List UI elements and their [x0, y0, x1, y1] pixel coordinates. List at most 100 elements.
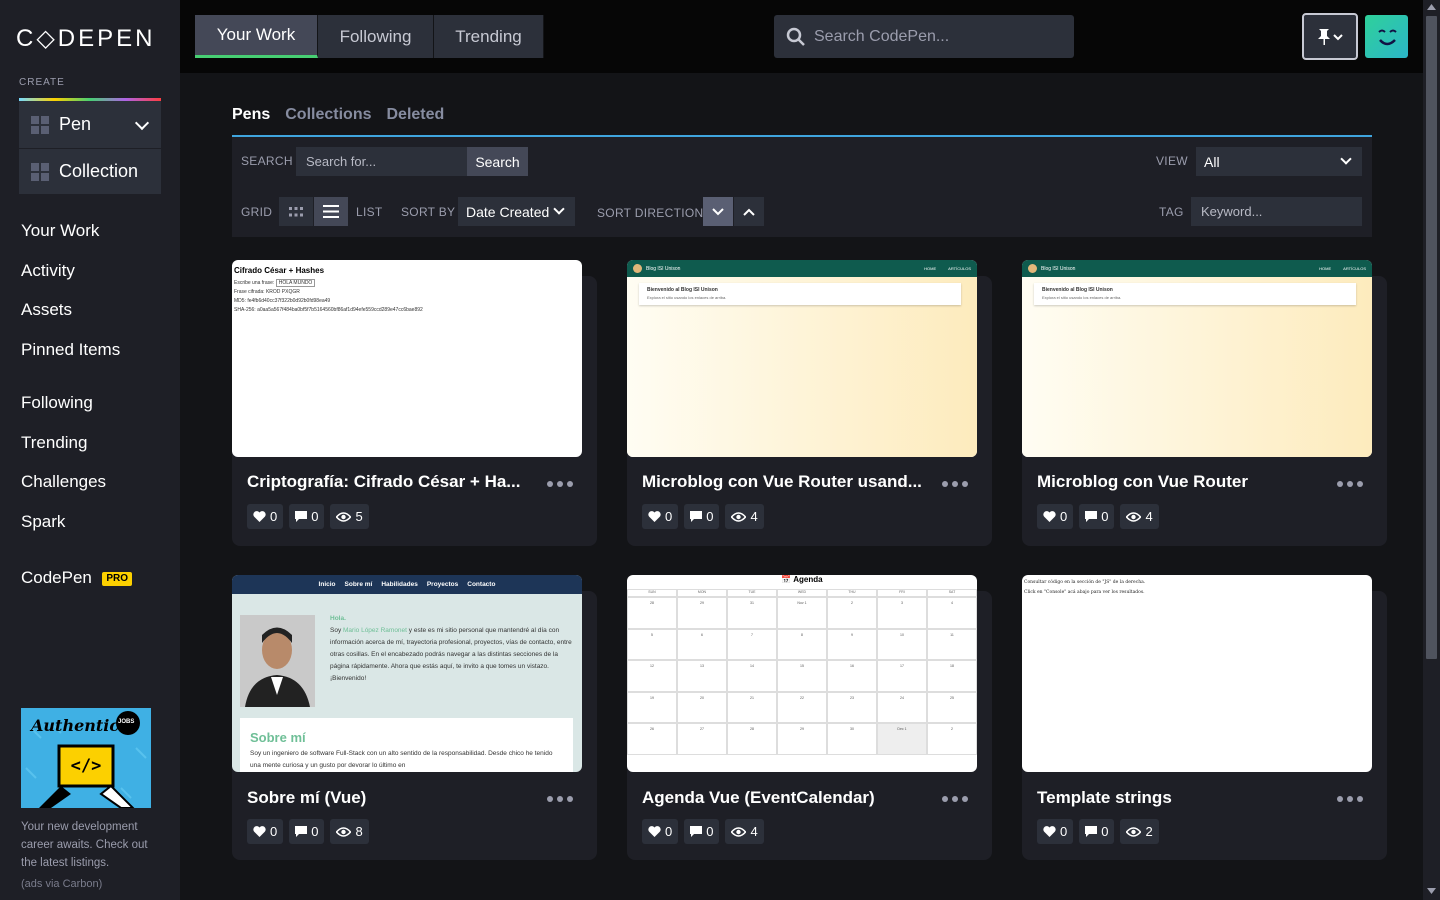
pen-title[interactable]: Sobre mí (Vue) — [247, 788, 527, 808]
scroll-down-icon[interactable] — [1427, 888, 1436, 894]
ad-text[interactable]: Your new development career awaits. Chec… — [21, 818, 161, 872]
subtab-deleted[interactable]: Deleted — [386, 106, 444, 135]
calendar-week-row: 19 20 21 22 23 24 25 — [627, 691, 977, 723]
comment-button[interactable]: 0 — [289, 819, 325, 844]
calendar-day-cell: Nov 1 — [777, 597, 827, 629]
more-options-icon[interactable] — [547, 796, 573, 802]
comment-button[interactable]: 0 — [684, 504, 720, 529]
create-collection-button[interactable]: Collection — [19, 148, 161, 194]
pen-card[interactable]: Consultar código en la sección de "JS" d… — [1022, 575, 1387, 860]
preview-header: Blog ISI Unison HOME ARTÍCULOS — [1022, 260, 1372, 277]
ad-via[interactable]: (ads via Carbon) — [21, 878, 102, 890]
pen-card[interactable]: Inicio Sobre mí Habilidades Proyectos Co… — [232, 575, 597, 860]
preview-calendar: SUN MON TUE WED THU FRI SAT 28 29 31 Nov 123456789… — [627, 589, 977, 772]
more-options-icon[interactable] — [1337, 796, 1363, 802]
tag-input[interactable] — [1191, 197, 1362, 226]
page-scrollbar[interactable] — [1423, 0, 1440, 900]
view-count-badge[interactable]: 4 — [725, 819, 764, 844]
comment-button[interactable]: 0 — [684, 819, 720, 844]
sidebar-item-assets[interactable]: Assets — [21, 290, 120, 330]
chevron-down-icon[interactable] — [134, 115, 150, 130]
like-button[interactable]: 0 — [247, 504, 284, 529]
pen-card[interactable]: Blog ISI Unison HOME ARTÍCULOS Bienvenid… — [627, 260, 992, 546]
grid-view-button[interactable] — [279, 197, 313, 226]
list-view-button[interactable] — [314, 197, 348, 226]
sidebar-item-spark[interactable]: Spark — [21, 502, 106, 542]
pen-title[interactable]: Microblog con Vue Router — [1037, 472, 1317, 492]
pen-card[interactable]: Cifrado César + Hashes Escribe una frase… — [232, 260, 597, 546]
preview-greeting: Hola. — [330, 615, 346, 622]
preview-brand: Blog ISI Unison — [1041, 265, 1076, 272]
pen-stats: 0 0 4 — [1037, 504, 1159, 529]
pen-card[interactable]: 📅 Agenda SUN MON TUE WED THU FRI SAT 28 29 31 Nov … — [627, 575, 992, 860]
subtab-pens[interactable]: Pens — [232, 106, 270, 135]
calendar-day-header: FRI — [877, 589, 927, 597]
pen-preview[interactable]: Inicio Sobre mí Habilidades Proyectos Co… — [232, 575, 582, 772]
calendar-day-cell: 21 — [727, 691, 777, 723]
scroll-up-icon[interactable] — [1427, 4, 1436, 10]
preview-card: Bienvenido al Blog ISI Unison Explora el… — [639, 283, 961, 305]
subtab-collections[interactable]: Collections — [285, 106, 371, 135]
tab-following[interactable]: Following — [318, 15, 434, 58]
search-button[interactable]: Search — [467, 147, 528, 176]
scroll-thumb[interactable] — [1426, 16, 1437, 659]
view-count-badge[interactable]: 2 — [1120, 819, 1159, 844]
calendar-week-row: 12 13 14 15 16 17 18 — [627, 660, 977, 692]
codepen-logo[interactable]: C◇DEPEN — [16, 24, 155, 53]
comment-button[interactable]: 0 — [289, 504, 325, 529]
tab-trending[interactable]: Trending — [434, 15, 544, 58]
avatar[interactable] — [1365, 15, 1408, 58]
search-label: SEARCH — [241, 154, 293, 168]
sidebar-item-trending[interactable]: Trending — [21, 423, 106, 463]
calendar-day-cell: 12 — [627, 660, 677, 692]
preview-line3: MD5: fe4fb6d40cc37f322b0d92b0fd98ea49 — [234, 298, 331, 304]
like-button[interactable]: 0 — [642, 819, 679, 844]
sort-ascending-button[interactable] — [734, 197, 764, 226]
like-button[interactable]: 0 — [247, 819, 284, 844]
pen-title[interactable]: Agenda Vue (EventCalendar) — [642, 788, 922, 808]
sort-by-select[interactable]: Date Created — [458, 197, 575, 226]
more-options-icon[interactable] — [942, 796, 968, 802]
view-count-badge[interactable]: 5 — [330, 504, 369, 529]
comment-button[interactable]: 0 — [1079, 819, 1115, 844]
pen-preview[interactable]: Blog ISI Unison HOME ARTÍCULOS Bienvenid… — [627, 260, 977, 457]
tab-your-work[interactable]: Your Work — [195, 15, 318, 58]
more-options-icon[interactable] — [1337, 481, 1363, 487]
pen-title[interactable]: Criptografía: Cifrado César + Ha... — [247, 472, 527, 492]
view-select[interactable]: All — [1196, 147, 1362, 176]
sidebar-item-following[interactable]: Following — [21, 383, 106, 423]
sidebar-codepen-pro[interactable]: CodePen PRO — [21, 558, 133, 598]
pen-title[interactable]: Template strings — [1037, 788, 1317, 808]
pen-preview[interactable]: Blog ISI Unison HOME ARTÍCULOS Bienvenid… — [1022, 260, 1372, 457]
view-count-badge[interactable]: 4 — [725, 504, 764, 529]
pen-stats: 0 0 4 — [642, 819, 764, 844]
sort-descending-button[interactable] — [703, 197, 733, 226]
pen-preview[interactable]: Cifrado César + Hashes Escribe una frase… — [232, 260, 582, 457]
like-button[interactable]: 0 — [642, 504, 679, 529]
comment-button[interactable]: 0 — [1079, 504, 1115, 529]
pen-preview[interactable]: Consultar código en la sección de "JS" d… — [1022, 575, 1372, 772]
create-pen-button[interactable]: Pen — [19, 101, 161, 148]
view-count-badge[interactable]: 8 — [330, 819, 369, 844]
search-input[interactable] — [814, 27, 1054, 46]
more-options-icon[interactable] — [942, 481, 968, 487]
search-bar[interactable] — [774, 15, 1074, 58]
sidebar-item-activity[interactable]: Activity — [21, 251, 120, 291]
like-button[interactable]: 0 — [1037, 819, 1074, 844]
preview-title: Cifrado César + Hashes — [234, 266, 325, 275]
pen-preview[interactable]: 📅 Agenda SUN MON TUE WED THU FRI SAT 28 29 31 Nov … — [627, 575, 977, 772]
more-options-icon[interactable] — [547, 481, 573, 487]
calendar-day-cell: 30 — [827, 723, 877, 755]
preview-section-text: Soy un ingeniero de software Full-Stack … — [250, 750, 553, 769]
heart-icon — [648, 826, 661, 837]
sidebar-item-your-work[interactable]: Your Work — [21, 211, 120, 251]
sidebar-item-challenges[interactable]: Challenges — [21, 462, 106, 502]
ad-image[interactable]: </> Authentic JOBS — [21, 708, 151, 808]
pen-search-input[interactable] — [296, 147, 467, 176]
pen-card[interactable]: Blog ISI Unison HOME ARTÍCULOS Bienvenid… — [1022, 260, 1387, 546]
view-count-badge[interactable]: 4 — [1120, 504, 1159, 529]
pen-title[interactable]: Microblog con Vue Router usand... — [642, 472, 922, 492]
like-button[interactable]: 0 — [1037, 504, 1074, 529]
pinned-items-button[interactable] — [1302, 13, 1358, 60]
sidebar-item-pinned-items[interactable]: Pinned Items — [21, 330, 120, 370]
